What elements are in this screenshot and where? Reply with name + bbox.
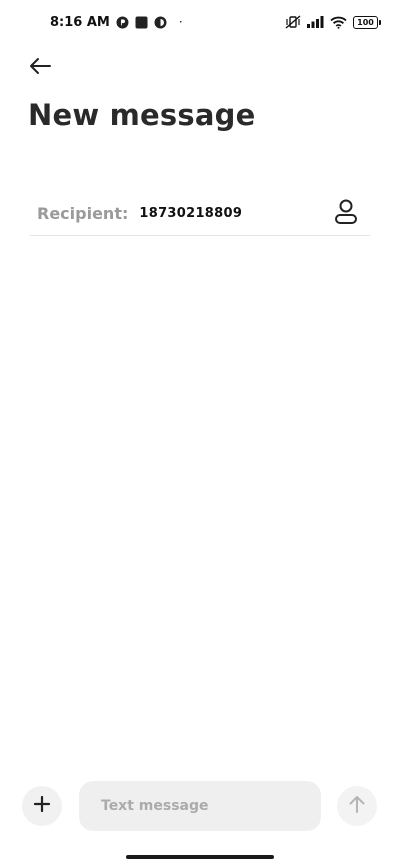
message-input[interactable] [79, 781, 321, 831]
send-button[interactable] [337, 786, 377, 826]
recipient-value[interactable]: 18730218809 [139, 206, 242, 221]
status-bar: 8:16 AM · 100 [0, 0, 400, 44]
arrow-up-icon [348, 794, 366, 818]
status-right: 100 [285, 15, 381, 29]
signal-icon [307, 16, 324, 28]
arrow-left-icon [28, 57, 52, 79]
wifi-icon [330, 16, 347, 29]
status-left: 8:16 AM · [50, 15, 183, 30]
back-button[interactable] [24, 52, 56, 84]
notification-p-icon [116, 16, 129, 29]
person-icon [334, 199, 358, 229]
notification-c-icon [154, 16, 167, 29]
home-indicator[interactable] [126, 855, 274, 859]
status-time: 8:16 AM [50, 14, 110, 30]
recipient-row[interactable]: Recipient: 18730218809 [30, 192, 370, 236]
attach-button[interactable] [22, 786, 62, 826]
vibrate-mute-icon [285, 15, 301, 29]
notification-square-icon [135, 16, 148, 29]
plus-icon [33, 795, 51, 817]
page-title: New message [28, 98, 256, 132]
status-dot: · [178, 15, 183, 29]
select-contact-button[interactable] [332, 199, 360, 229]
composer-bar [0, 778, 400, 834]
recipient-label: Recipient: [37, 204, 129, 223]
new-message-screen: 8:16 AM · 100 New message Recipient: 187… [0, 0, 400, 866]
battery-indicator: 100 [353, 15, 381, 29]
